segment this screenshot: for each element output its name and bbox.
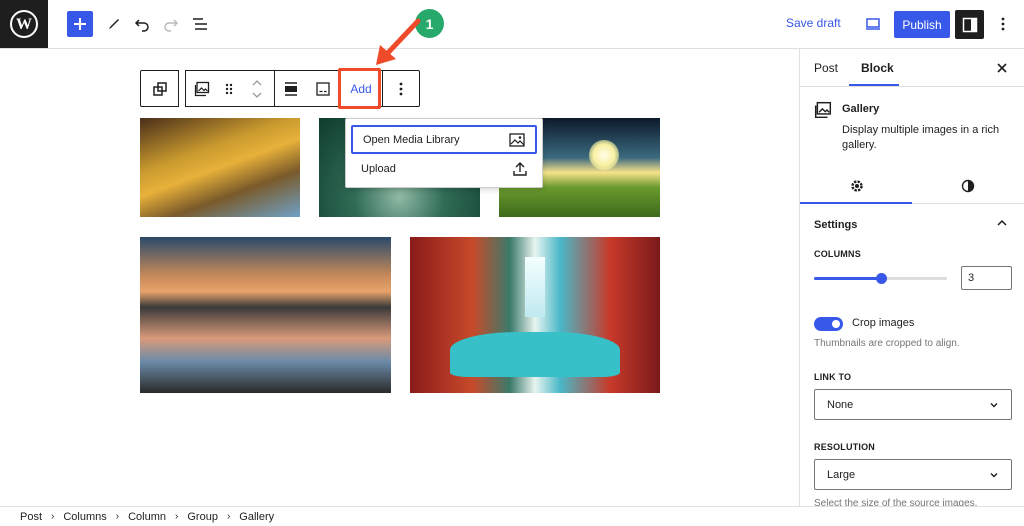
link-to-select[interactable]: None: [814, 389, 1012, 420]
caption-icon: [316, 81, 330, 96]
chevron-right-icon: ›: [175, 511, 179, 522]
half-circle-icon: [961, 179, 975, 193]
link-to-label: LINK TO: [814, 372, 852, 382]
tab-post[interactable]: Post: [814, 61, 838, 75]
waterfall-shape: [525, 257, 545, 317]
plus-icon: [74, 18, 86, 30]
pen-icon: [109, 19, 119, 29]
caption-button[interactable]: [307, 71, 339, 106]
more-vertical-icon: [399, 82, 403, 95]
resolution-select[interactable]: Large: [814, 459, 1012, 490]
settings-sidebar: Post Block Gallery Display multiple imag…: [799, 49, 1024, 509]
resolution-value: Large: [827, 468, 856, 481]
chevron-right-icon: ›: [226, 511, 231, 522]
sidebar-icon: [962, 17, 977, 32]
gallery-image-waterfall[interactable]: [410, 237, 660, 393]
block-options-button[interactable]: [383, 71, 419, 106]
gallery-icon: [814, 101, 832, 119]
redo-button[interactable]: [157, 10, 185, 38]
columns-label: COLUMNS: [814, 249, 861, 259]
copy-blocks-icon: [152, 81, 167, 96]
crop-images-help: Thumbnails are cropped to align.: [814, 338, 960, 349]
gallery-image-lake-reflection[interactable]: [140, 237, 391, 393]
block-inserter-button[interactable]: [67, 11, 93, 37]
align-wide-icon: [285, 81, 297, 96]
gear-icon: [851, 180, 863, 192]
chevron-down-icon: [990, 473, 998, 478]
list-view-button[interactable]: [186, 10, 214, 38]
editor-header: W Save draft Publish: [0, 0, 1024, 49]
sidebar-tabs: Post Block: [800, 49, 1024, 87]
chevron-right-icon: ›: [51, 511, 55, 522]
active-subtab-indicator: [800, 202, 912, 204]
more-vertical-icon: [1001, 17, 1005, 31]
list-view-icon: [193, 18, 207, 30]
sun-glow: [589, 140, 619, 170]
redo-icon: [164, 19, 179, 32]
upload-item[interactable]: Upload: [351, 154, 537, 183]
link-to-value: None: [827, 398, 854, 411]
drag-handle[interactable]: [218, 71, 240, 106]
add-media-dropdown: Open Media Library Upload: [345, 118, 543, 188]
options-menu-button[interactable]: [989, 10, 1017, 38]
upload-icon: [513, 161, 527, 176]
preview-icon: [866, 18, 880, 30]
transform-block-button[interactable]: [140, 70, 179, 107]
move-up-down-buttons[interactable]: [240, 71, 274, 106]
slider-fill: [814, 277, 881, 280]
pool-shape: [450, 332, 620, 377]
breadcrumb-item-post[interactable]: Post: [20, 511, 42, 523]
block-title: Gallery: [842, 103, 880, 115]
breadcrumb-item-gallery[interactable]: Gallery: [239, 511, 274, 523]
publish-button[interactable]: Publish: [894, 11, 950, 38]
wordpress-logo-icon[interactable]: W: [0, 0, 48, 48]
save-draft-button[interactable]: Save draft: [786, 16, 841, 30]
tab-block[interactable]: Block: [861, 61, 894, 75]
breadcrumb: Post › Columns › Column › Group › Galler…: [0, 506, 1024, 526]
tab-styles[interactable]: [958, 176, 978, 196]
upload-label: Upload: [361, 162, 396, 175]
chevron-up-down-icon: [252, 79, 262, 98]
active-tab-indicator: [849, 84, 899, 86]
settings-panel-title[interactable]: Settings: [814, 219, 857, 231]
chevron-right-icon: ›: [115, 511, 120, 522]
svg-text:W: W: [16, 16, 32, 33]
breadcrumb-item-group[interactable]: Group: [187, 511, 218, 523]
breadcrumb-item-columns[interactable]: Columns: [63, 511, 106, 523]
block-description: Display multiple images in a rich galler…: [842, 124, 1000, 151]
toggle-knob: [832, 320, 840, 328]
callout-arrow-icon: [376, 18, 421, 65]
columns-slider[interactable]: [814, 273, 947, 284]
drag-handle-icon: [225, 83, 233, 94]
open-media-library-label: Open Media Library: [363, 133, 460, 146]
tools-button[interactable]: [100, 10, 128, 38]
tab-settings[interactable]: [847, 176, 867, 196]
settings-sidebar-toggle[interactable]: [955, 10, 984, 39]
undo-button[interactable]: [128, 10, 156, 38]
crop-images-toggle[interactable]: [814, 317, 843, 331]
slider-thumb[interactable]: [875, 273, 887, 284]
align-button[interactable]: [275, 71, 307, 106]
gallery-icon: [194, 81, 210, 96]
close-icon[interactable]: [995, 61, 1009, 75]
gallery-image-autumn-forest[interactable]: [140, 118, 300, 217]
undo-icon: [134, 19, 149, 32]
preview-button[interactable]: [859, 10, 887, 38]
gallery-block-type-button[interactable]: [186, 71, 218, 106]
chevron-down-icon: [990, 403, 998, 408]
image-icon: [509, 132, 525, 147]
resolution-label: RESOLUTION: [814, 442, 876, 452]
add-button-highlight: [338, 68, 381, 109]
columns-number-input[interactable]: 3: [961, 266, 1012, 290]
block-toolbar-main: Add: [185, 70, 420, 107]
crop-images-label: Crop images: [852, 317, 915, 329]
open-media-library-item[interactable]: Open Media Library: [351, 125, 537, 154]
block-inspector-tabs: [800, 166, 1024, 204]
chevron-up-icon[interactable]: [996, 217, 1008, 229]
breadcrumb-item-column[interactable]: Column: [128, 511, 166, 523]
